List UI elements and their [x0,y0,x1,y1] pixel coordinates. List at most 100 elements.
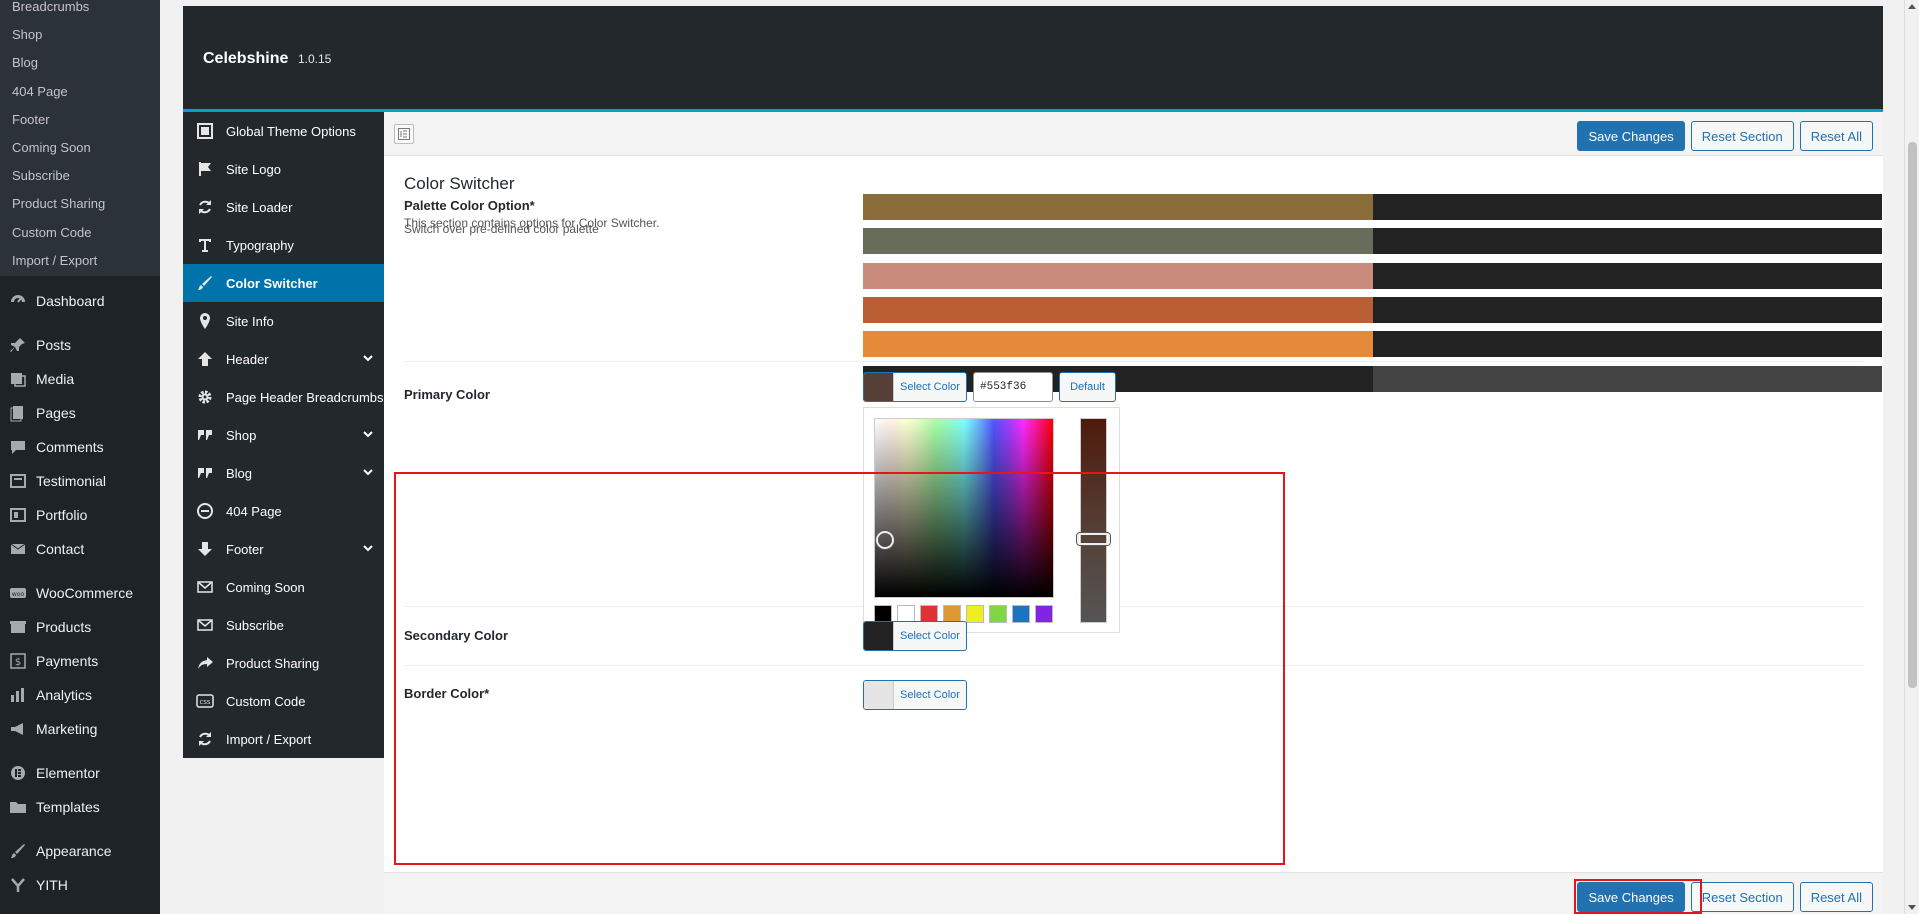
palette-swatch [863,228,1373,255]
reset-section-button[interactable]: Reset Section [1690,121,1794,151]
wp-submenu-item[interactable]: Shop [0,21,42,49]
wp-submenu-item[interactable]: Breadcrumbs [0,0,89,21]
wp-menu-item[interactable]: Media [0,362,160,396]
border-color-select-button[interactable]: Select Color [863,680,967,710]
nav-item-label: Site Loader [226,199,293,215]
palette-swatch [1372,262,1882,289]
chevron-down-icon[interactable] [362,542,374,557]
wp-menu-item[interactable]: Analytics [0,678,160,712]
nav-item-footer[interactable]: Footer [183,530,384,568]
nav-item-site-loader[interactable]: Site Loader [183,188,384,226]
wp-submenu-item[interactable]: Import / Export [0,247,97,275]
wp-menu-item[interactable]: Appearance [0,834,160,868]
primary-color-select-button[interactable]: Select Color [863,372,967,402]
page-scrollbar[interactable] [1904,0,1919,914]
secondary-color-select-button[interactable]: Select Color [863,621,967,651]
palette-swatch [1372,296,1882,323]
chevron-down-icon[interactable] [362,428,374,443]
color-picker-square[interactable] [874,418,1054,598]
wp-menu-item-label: Elementor [36,765,100,781]
nav-item-page-header-breadcrumbs[interactable]: Page Header Breadcrumbs [183,378,384,416]
wp-menu-item[interactable]: Dashboard [0,284,160,318]
save-changes-button[interactable]: Save Changes [1577,121,1685,151]
wp-menu-item-label: Portfolio [36,507,88,523]
nav-item-coming-soon[interactable]: Coming Soon [183,568,384,606]
reset-section-button-bottom[interactable]: Reset Section [1690,882,1794,912]
palette-field: Palette Color Option* Switch over pre-de… [404,194,1882,392]
nav-item-label: Shop [226,427,257,443]
wp-menu-item[interactable]: Testimonial [0,464,160,498]
wp-submenu-item[interactable]: Subscribe [0,162,70,190]
expand-options-icon[interactable] [394,124,414,144]
primary-color-default-button[interactable]: Default [1059,372,1116,402]
chevron-down-icon[interactable] [362,466,374,481]
reset-all-button-bottom[interactable]: Reset All [1799,882,1873,912]
quote-icon [195,463,215,483]
wp-submenu-item[interactable]: Footer [0,106,50,134]
wp-menu-item-label: Templates [36,799,100,815]
wp-menu-item-label: Contact [36,541,85,557]
nav-item-404-page[interactable]: 404 Page [183,492,384,530]
nav-item-site-info[interactable]: Site Info [183,302,384,340]
wp-menu-item[interactable]: Marketing [0,712,160,746]
wp-menu-item[interactable]: Comments [0,430,160,464]
nav-item-blog[interactable]: Blog [183,454,384,492]
palette-option[interactable] [863,262,1882,289]
scroll-down-icon[interactable] [1908,905,1916,910]
nav-item-label: Global Theme Options [226,123,356,139]
brush-icon [195,273,215,293]
nav-item-shop[interactable]: Shop [183,416,384,454]
wp-submenu-item[interactable]: 404 Page [0,78,68,106]
palette-field-subtitle: Switch over pre-defined color palette [404,222,599,236]
wp-menu-item[interactable]: Portfolio [0,498,160,532]
wp-submenu-item[interactable]: Custom Code [0,219,91,247]
wp-submenu-item[interactable]: Blog [0,49,38,77]
wp-menu-item[interactable]: Posts [0,328,160,362]
nav-item-label: Blog [226,465,253,481]
color-picker-slider-handle[interactable] [1077,533,1110,545]
wp-menu-item[interactable]: Products [0,610,160,644]
wp-menu-item[interactable]: $ Payments [0,644,160,678]
nav-item-subscribe[interactable]: Subscribe [183,606,384,644]
arrow-up-icon [195,349,215,369]
nav-item-label: Custom Code [226,693,306,709]
top-action-bar: Save Changes Reset Section Reset All [384,112,1883,156]
nav-item-custom-code[interactable]: CSS Custom Code [183,682,384,720]
color-picker-handle[interactable] [876,531,894,549]
nav-item-global-theme-options[interactable]: Global Theme Options [183,112,384,150]
wp-submenu-item[interactable]: Coming Soon [0,134,91,162]
primary-color-hex-input[interactable] [973,372,1053,402]
palette-option[interactable] [863,228,1882,255]
nav-item-site-logo[interactable]: Site Logo [183,150,384,188]
nav-item-color-switcher[interactable]: Color Switcher [183,264,384,302]
wp-submenu-item[interactable]: Product Sharing [0,190,105,218]
flag-icon [195,159,215,179]
wp-menu-item-label: Comments [36,439,104,455]
wp-menu-item[interactable]: Pages [0,396,160,430]
palette-option[interactable] [863,331,1882,358]
secondary-color-swatch [864,622,894,650]
secondary-color-select-label: Select Color [900,630,960,642]
color-picker-lightness-strip[interactable] [1077,418,1110,623]
chevron-down-icon[interactable] [362,352,374,367]
wp-menu-item[interactable]: Templates [0,790,160,824]
palette-option[interactable] [863,194,1882,220]
wp-menu-item[interactable]: woo WooCommerce [0,576,160,610]
nav-item-import-export[interactable]: Import / Export [183,720,384,758]
wp-menu-item[interactable]: YITH [0,868,160,902]
nav-item-product-sharing[interactable]: Product Sharing [183,644,384,682]
nav-item-label: Typography [226,237,294,253]
scrollbar-thumb[interactable] [1908,142,1917,688]
envelope-icon [195,615,215,635]
reset-all-button[interactable]: Reset All [1799,121,1873,151]
save-changes-button-bottom[interactable]: Save Changes [1577,882,1685,912]
scroll-up-icon[interactable] [1908,4,1916,9]
nav-item-typography[interactable]: Typography [183,226,384,264]
border-color-swatch [864,681,894,709]
wp-menu-item-label: Products [36,619,92,635]
nav-item-header[interactable]: Header [183,340,384,378]
wp-menu-item[interactable]: Elementor [0,756,160,790]
wp-menu-item[interactable]: Contact [0,532,160,566]
nav-item-label: 404 Page [226,503,282,519]
palette-option[interactable] [863,296,1882,323]
